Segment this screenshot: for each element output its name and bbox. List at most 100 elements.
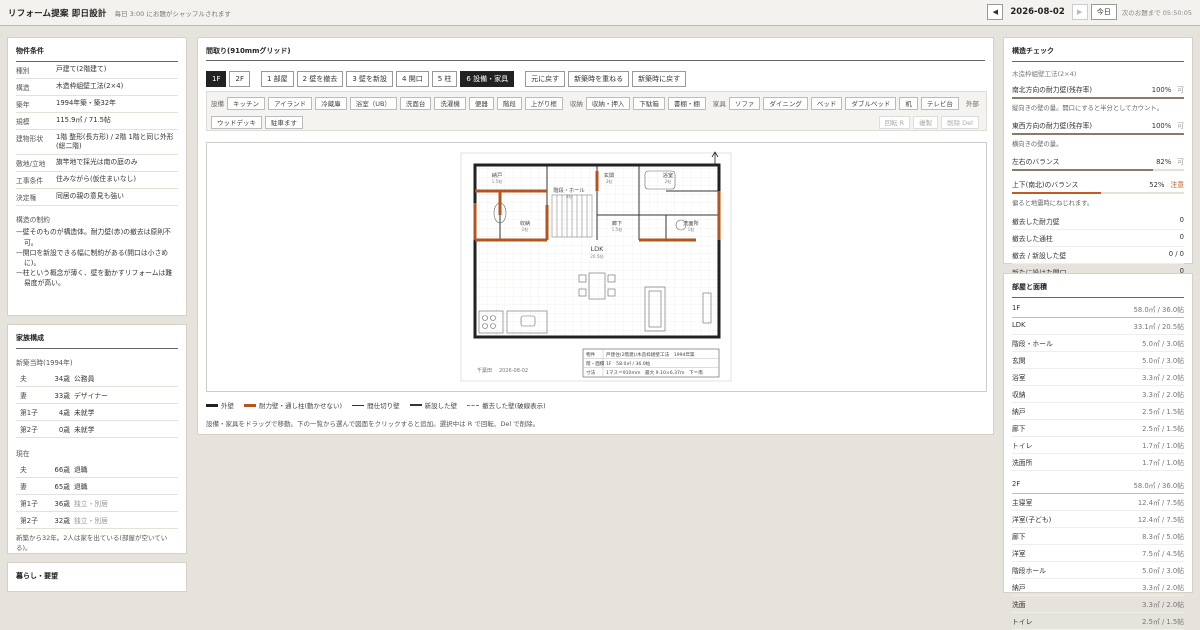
sheet-key-3: 寸法	[586, 369, 596, 376]
palette-item[interactable]: 洗濯機	[434, 96, 466, 110]
floorplan-drawing[interactable]: 納戸1.5帖玄関3帖浴室2帖階段・ホール3帖収納2帖廊下1.5帖洗面所1帖LDK…	[207, 143, 988, 393]
palette-item[interactable]: ダブルベッド	[845, 96, 897, 110]
palette-item[interactable]: 収納・押入	[585, 96, 631, 110]
plan-title: 間取り(910mmグリッド)	[206, 47, 291, 55]
sheet-author: 千葉田	[477, 367, 492, 374]
floorplan-canvas[interactable]: 納戸 1.5帖 玄関 3帖 浴室 2帖 階段・ホール 3帖 収納 2帖 廊下 1.5帖 洗面所 1帖 LDK…	[206, 142, 987, 392]
step-tab-3[interactable]: 3 壁を新設	[346, 71, 394, 87]
room-area-label: 1帖	[688, 226, 695, 233]
check-result: 100% 可	[1152, 120, 1184, 130]
room-area-row: トイレ 1.7㎡ / 1.0帖	[1012, 437, 1184, 454]
duplicate-button[interactable]: 複製	[913, 115, 939, 129]
palette-item[interactable]: テレビ台	[920, 96, 959, 110]
property-key: 構造	[16, 84, 30, 92]
delete-button[interactable]: 削除 Del	[941, 115, 979, 129]
room-name-label: 玄関	[604, 171, 614, 179]
structure-system: 木造枠組壁工法(2×4)	[1012, 70, 1077, 78]
check-note: 偏ると地震時にねじれます。	[1012, 200, 1094, 207]
family-row: 妻 33歳 デザイナー	[16, 387, 178, 404]
room-area-row: 収納 3.3㎡ / 2.0帖	[1012, 386, 1184, 403]
palette-item[interactable]: 浴室（UB）	[349, 96, 397, 110]
floor-tab-2f[interactable]: 2F	[229, 71, 250, 87]
room-name: トイレ	[1012, 618, 1033, 626]
sheet-value-1: 戸建住(2階建)/木造枠組壁工法 1994年築	[606, 351, 695, 358]
room-area: 8.3㎡ / 5.0帖	[1142, 533, 1184, 541]
room-area: 2.5㎡ / 1.5帖	[1142, 618, 1184, 626]
reset-original-button[interactable]: 新築時に戻す	[632, 71, 687, 87]
step-tab-6[interactable]: 6 設備・家具	[460, 71, 515, 87]
palette-item[interactable]: ダイニング	[763, 96, 808, 110]
today-button[interactable]: 今日	[1090, 4, 1117, 20]
count-row: 撤去 / 新設した壁 0 / 0	[1012, 247, 1184, 264]
room-area-row: 廊下 8.3㎡ / 5.0帖	[1012, 528, 1184, 545]
palette-item[interactable]: キッチン	[227, 96, 265, 110]
rooms-area-panel: 部屋と面積 1F 58.0㎡ / 36.0帖 LDK 33.1㎡ / 20.5帖 階段・…	[1003, 273, 1193, 630]
app-title: リフォーム提案 即日設計	[8, 8, 107, 19]
palette-item[interactable]: 上がり框	[524, 96, 563, 110]
prev-day-button[interactable]: ◀	[987, 4, 1004, 20]
room-area: 3.3㎡ / 2.0帖	[1142, 391, 1184, 399]
room-area-label: 20.5帖	[590, 253, 604, 260]
room-name: 洋室	[1012, 550, 1026, 558]
room-name: 洗面所	[1012, 459, 1033, 467]
room-name: 浴室	[1012, 374, 1026, 382]
palette-item[interactable]: 駐車ます	[265, 115, 303, 129]
property-key: 工事条件	[16, 177, 44, 186]
next-day-button[interactable]: ▶	[1071, 4, 1088, 20]
palette-item[interactable]: 洗面台	[399, 96, 432, 110]
help-text: 設備・家具をドラッグで移動。下の一覧から選んで図面をクリックすると追加。選択中は…	[206, 420, 540, 428]
palette-item[interactable]: 便器	[468, 96, 494, 110]
step-tab-5[interactable]: 5 柱	[431, 71, 458, 87]
room-name: 階段ホール	[1012, 567, 1046, 575]
check-item: 左右のバランス 82% 可	[1012, 152, 1184, 175]
legend-label: 撤去した壁(破線表示)	[482, 402, 546, 410]
family-row: 夫 66歳 退職	[16, 461, 178, 478]
palette-item[interactable]: ウッドデッキ	[211, 115, 262, 129]
room-area: 7.5㎡ / 4.5帖	[1142, 550, 1184, 558]
property-value: 1階 整形(長方形) / 2階 1階と同じ外形(総二階)	[56, 133, 174, 151]
divider	[206, 60, 985, 61]
floor-total: 58.0㎡ / 36.0帖	[1133, 306, 1184, 314]
family-row: 第1子 36歳 独立・別居	[16, 495, 178, 512]
family-relation: 夫	[20, 375, 27, 383]
room-name: 納戸	[1012, 584, 1026, 592]
overlay-original-button[interactable]: 新築時を重ねる	[568, 71, 630, 87]
room-area-row: 納戸 3.3㎡ / 2.0帖	[1012, 579, 1184, 596]
legend-swatch	[409, 404, 422, 406]
palette-item[interactable]: ソファ	[728, 96, 761, 110]
step-tab-4[interactable]: 4 開口	[396, 71, 429, 87]
step-tab-2[interactable]: 2 壁を撤去	[296, 71, 344, 87]
family-job: 退職	[74, 483, 88, 491]
chevron-left-icon: ◀	[992, 8, 999, 16]
room-area: 12.4㎡ / 7.5帖	[1137, 499, 1184, 507]
check-items: 南北方向の耐力壁(残存率) 100% 可縦向きの壁の量。開口にすると半分としてカウン…	[1012, 80, 1184, 211]
palette-item[interactable]: 下駄箱	[633, 96, 665, 110]
palette-item[interactable]: 書棚・棚	[667, 96, 706, 110]
property-row: 決定権 同居の親の意見も強い	[16, 189, 178, 207]
floor-tab-1f[interactable]: 1F	[206, 71, 227, 87]
family-job: 退職	[74, 466, 88, 474]
chevron-right-icon: ▶	[1077, 8, 1083, 16]
rotate-button[interactable]: 回転 R	[878, 115, 911, 129]
step-tab-1[interactable]: 1 部屋	[260, 71, 294, 87]
property-rows: 種別 戸建て(2階建て) 構造 木造枠組壁工法(2×4) 築年 1994年築・築32年 規模…	[8, 62, 186, 207]
palette-item[interactable]: ベッド	[810, 96, 843, 110]
palette-item[interactable]: 階段	[496, 96, 522, 110]
property-row: 築年 1994年築・築32年	[16, 96, 178, 113]
room-area-row: 廊下 2.5㎡ / 1.5帖	[1012, 420, 1184, 437]
room-area: 5.0㎡ / 3.0帖	[1142, 567, 1184, 575]
constraints-title: 構造の制約	[16, 216, 50, 225]
count-label: 撤去した通柱	[1012, 235, 1053, 243]
palette-item[interactable]: 冷蔵庫	[315, 96, 347, 110]
legend-label: 間仕切り壁	[367, 402, 400, 410]
palette-group-label: 設備	[211, 100, 224, 108]
check-bar-fill	[1012, 192, 1102, 194]
count-row: 撤去した耐力壁 0	[1012, 213, 1184, 230]
check-status: 注意	[1170, 181, 1184, 189]
family-relation: 妻	[20, 483, 27, 491]
structure-check-panel: 構造チェック 木造枠組壁工法(2×4) 南北方向の耐力壁(残存率) 100% 可縦向…	[1003, 37, 1193, 281]
palette-item[interactable]: アイランド	[268, 96, 313, 110]
palette-item[interactable]: 机	[899, 96, 918, 110]
undo-button[interactable]: 元に戻す	[525, 71, 566, 87]
room-area: 5.0㎡ / 3.0帖	[1142, 357, 1184, 365]
